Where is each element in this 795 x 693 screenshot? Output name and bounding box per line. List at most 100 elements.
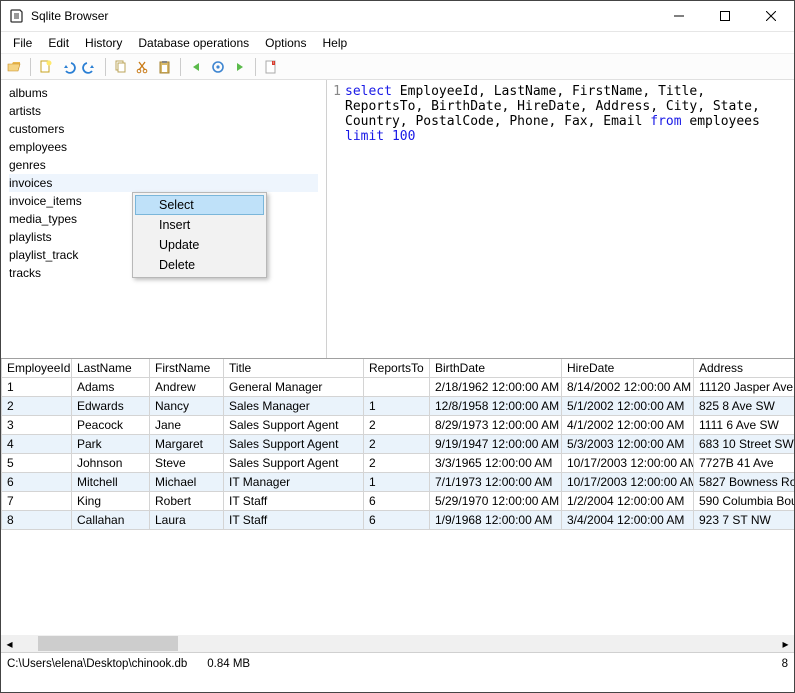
cell[interactable]: Sales Support Agent: [224, 435, 364, 454]
new-file-icon[interactable]: [36, 57, 56, 77]
cell[interactable]: 5/1/2002 12:00:00 AM: [562, 397, 694, 416]
next-icon[interactable]: [230, 57, 250, 77]
sidebar-item-invoices[interactable]: invoices: [9, 174, 318, 192]
cell[interactable]: 2: [364, 435, 430, 454]
sidebar-item-genres[interactable]: genres: [9, 156, 318, 174]
cell[interactable]: 5827 Bowness Road NW: [694, 473, 795, 492]
cell[interactable]: 6: [2, 473, 72, 492]
cell[interactable]: 1/9/1968 12:00:00 AM: [430, 511, 562, 530]
table-row[interactable]: 8CallahanLauraIT Staff61/9/1968 12:00:00…: [2, 511, 795, 530]
export-icon[interactable]: !: [261, 57, 281, 77]
scroll-right-icon[interactable]: ▸: [777, 635, 794, 652]
col-employeeid[interactable]: EmployeeId: [2, 359, 72, 378]
cell[interactable]: 2: [364, 454, 430, 473]
cell[interactable]: IT Manager: [224, 473, 364, 492]
cell[interactable]: IT Staff: [224, 511, 364, 530]
cell[interactable]: Park: [72, 435, 150, 454]
cell[interactable]: Sales Manager: [224, 397, 364, 416]
col-lastname[interactable]: LastName: [72, 359, 150, 378]
header-row[interactable]: EmployeeId LastName FirstName Title Repo…: [2, 359, 795, 378]
cell[interactable]: IT Staff: [224, 492, 364, 511]
col-birthdate[interactable]: BirthDate: [430, 359, 562, 378]
cell[interactable]: 8: [2, 511, 72, 530]
cell[interactable]: Peacock: [72, 416, 150, 435]
sql-code[interactable]: select EmployeeId, LastName, FirstName, …: [345, 82, 794, 358]
cell[interactable]: Edwards: [72, 397, 150, 416]
cell[interactable]: Nancy: [150, 397, 224, 416]
sidebar-item-employees[interactable]: employees: [9, 138, 318, 156]
paste-icon[interactable]: [155, 57, 175, 77]
table-row[interactable]: 7KingRobertIT Staff65/29/1970 12:00:00 A…: [2, 492, 795, 511]
cell[interactable]: 8/29/1973 12:00:00 AM: [430, 416, 562, 435]
cell[interactable]: 2: [364, 416, 430, 435]
menu-history[interactable]: History: [77, 34, 130, 52]
cell[interactable]: Margaret: [150, 435, 224, 454]
cell[interactable]: 1/2/2004 12:00:00 AM: [562, 492, 694, 511]
cut-icon[interactable]: [133, 57, 153, 77]
cell[interactable]: 4/1/2002 12:00:00 AM: [562, 416, 694, 435]
maximize-button[interactable]: [702, 1, 748, 31]
sidebar-item-artists[interactable]: artists: [9, 102, 318, 120]
menu-edit[interactable]: Edit: [40, 34, 77, 52]
cell[interactable]: 6: [364, 511, 430, 530]
scroll-thumb[interactable]: [38, 636, 178, 651]
cell[interactable]: 11120 Jasper Ave NW: [694, 378, 795, 397]
cell[interactable]: Johnson: [72, 454, 150, 473]
cell[interactable]: 5/29/1970 12:00:00 AM: [430, 492, 562, 511]
menu-database-operations[interactable]: Database operations: [130, 34, 257, 52]
table-row[interactable]: 6MitchellMichaelIT Manager17/1/1973 12:0…: [2, 473, 795, 492]
cell[interactable]: 7727B 41 Ave: [694, 454, 795, 473]
cell[interactable]: 5/3/2003 12:00:00 AM: [562, 435, 694, 454]
cell[interactable]: 12/8/1958 12:00:00 AM: [430, 397, 562, 416]
open-icon[interactable]: [5, 57, 25, 77]
cell[interactable]: 4: [2, 435, 72, 454]
cell[interactable]: [364, 378, 430, 397]
cell[interactable]: 8/14/2002 12:00:00 AM: [562, 378, 694, 397]
ctx-update[interactable]: Update: [135, 235, 264, 255]
cell[interactable]: 825 8 Ave SW: [694, 397, 795, 416]
cell[interactable]: 590 Columbia Boulevard W: [694, 492, 795, 511]
cell[interactable]: 2: [2, 397, 72, 416]
table-row[interactable]: 3PeacockJaneSales Support Agent28/29/197…: [2, 416, 795, 435]
copy-icon[interactable]: [111, 57, 131, 77]
menu-file[interactable]: File: [5, 34, 40, 52]
cell[interactable]: 7/1/1973 12:00:00 AM: [430, 473, 562, 492]
cell[interactable]: 10/17/2003 12:00:00 AM: [562, 454, 694, 473]
cell[interactable]: Sales Support Agent: [224, 416, 364, 435]
cell[interactable]: 10/17/2003 12:00:00 AM: [562, 473, 694, 492]
cell[interactable]: Callahan: [72, 511, 150, 530]
cell[interactable]: Sales Support Agent: [224, 454, 364, 473]
cell[interactable]: Robert: [150, 492, 224, 511]
context-menu[interactable]: Select Insert Update Delete: [132, 192, 267, 278]
sidebar-item-customers[interactable]: customers: [9, 120, 318, 138]
minimize-button[interactable]: [656, 1, 702, 31]
cell[interactable]: 9/19/1947 12:00:00 AM: [430, 435, 562, 454]
scroll-left-icon[interactable]: ◂: [1, 635, 18, 652]
cell[interactable]: 7: [2, 492, 72, 511]
close-button[interactable]: [748, 1, 794, 31]
cell[interactable]: Andrew: [150, 378, 224, 397]
col-title[interactable]: Title: [224, 359, 364, 378]
table-row[interactable]: 2EdwardsNancySales Manager112/8/1958 12:…: [2, 397, 795, 416]
col-hiredate[interactable]: HireDate: [562, 359, 694, 378]
prev-icon[interactable]: [186, 57, 206, 77]
run-icon[interactable]: [208, 57, 228, 77]
cell[interactable]: 1: [364, 397, 430, 416]
cell[interactable]: 5: [2, 454, 72, 473]
col-reportsto[interactable]: ReportsTo: [364, 359, 430, 378]
cell[interactable]: Michael: [150, 473, 224, 492]
cell[interactable]: 1: [364, 473, 430, 492]
cell[interactable]: Mitchell: [72, 473, 150, 492]
cell[interactable]: 923 7 ST NW: [694, 511, 795, 530]
ctx-delete[interactable]: Delete: [135, 255, 264, 275]
cell[interactable]: 3/3/1965 12:00:00 AM: [430, 454, 562, 473]
cell[interactable]: 1: [2, 378, 72, 397]
cell[interactable]: Jane: [150, 416, 224, 435]
table-row[interactable]: 1AdamsAndrewGeneral Manager2/18/1962 12:…: [2, 378, 795, 397]
table-row[interactable]: 4ParkMargaretSales Support Agent29/19/19…: [2, 435, 795, 454]
col-address[interactable]: Address: [694, 359, 795, 378]
cell[interactable]: Steve: [150, 454, 224, 473]
cell[interactable]: 2/18/1962 12:00:00 AM: [430, 378, 562, 397]
cell[interactable]: 3: [2, 416, 72, 435]
ctx-insert[interactable]: Insert: [135, 215, 264, 235]
